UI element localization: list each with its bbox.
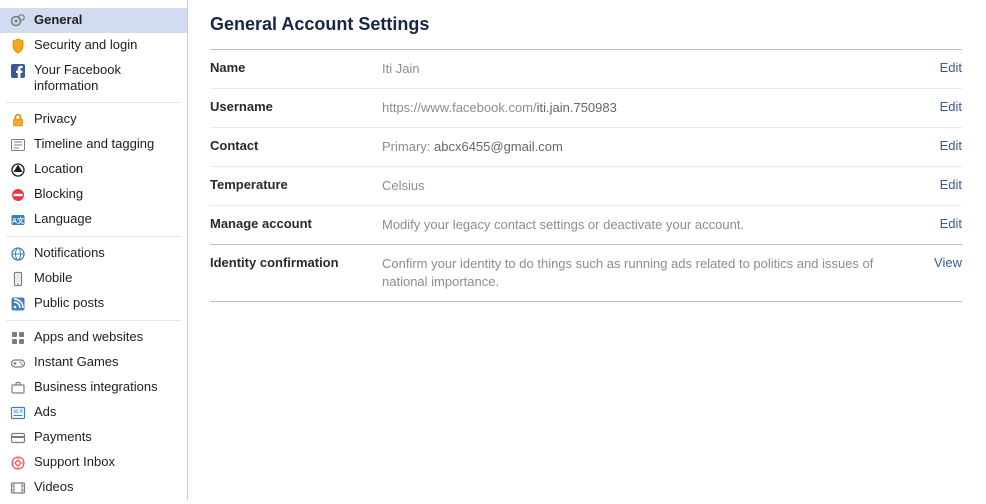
video-icon bbox=[10, 480, 26, 496]
sidebar-item-blocking[interactable]: Blocking bbox=[0, 182, 187, 207]
sidebar-group: Privacy Timeline and tagging Location Bl… bbox=[6, 103, 181, 237]
sidebar-item-label: Support Inbox bbox=[34, 454, 181, 470]
sidebar-item-location[interactable]: Location bbox=[0, 157, 187, 182]
settings-row-name: Name Iti Jain Edit bbox=[210, 50, 962, 89]
sidebar-item-support[interactable]: Support Inbox bbox=[0, 450, 187, 475]
row-value: Confirm your identity to do things such … bbox=[382, 255, 934, 291]
row-label: Contact bbox=[210, 138, 382, 153]
gamepad-icon bbox=[10, 355, 26, 371]
settings-row-username: Username https://www.facebook.com/iti.ja… bbox=[210, 89, 962, 128]
row-label: Temperature bbox=[210, 177, 382, 192]
settings-row-contact: Contact Primary: abcx6455@gmail.com Edit bbox=[210, 128, 962, 167]
gear-icon bbox=[10, 13, 26, 29]
sidebar-item-label: Your Facebook information bbox=[34, 62, 181, 94]
location-icon bbox=[10, 162, 26, 178]
row-label: Identity confirmation bbox=[210, 255, 382, 270]
sidebar-item-label: Payments bbox=[34, 429, 181, 445]
content: General Account Settings Name Iti Jain E… bbox=[188, 0, 986, 500]
sidebar-item-videos[interactable]: Videos bbox=[0, 475, 187, 500]
feed-icon bbox=[10, 296, 26, 312]
mobile-icon bbox=[10, 271, 26, 287]
language-icon: A文 bbox=[10, 212, 26, 228]
briefcase-icon bbox=[10, 380, 26, 396]
sidebar-group: Notifications Mobile Public posts bbox=[6, 237, 181, 321]
shield-icon bbox=[10, 38, 26, 54]
sidebar-item-label: Business integrations bbox=[34, 379, 181, 395]
edit-link[interactable]: Edit bbox=[940, 177, 962, 192]
edit-link[interactable]: Edit bbox=[940, 60, 962, 75]
sidebar-item-label: Blocking bbox=[34, 186, 181, 202]
sidebar-item-label: Public posts bbox=[34, 295, 181, 311]
sidebar-item-publicposts[interactable]: Public posts bbox=[0, 291, 187, 316]
facebook-icon bbox=[10, 63, 26, 79]
sidebar-group: Apps and websites Instant Games Business… bbox=[6, 321, 181, 504]
settings-row-identity: Identity confirmation Confirm your ident… bbox=[210, 244, 962, 302]
sidebar-item-timeline[interactable]: Timeline and tagging bbox=[0, 132, 187, 157]
row-value: https://www.facebook.com/iti.jain.750983 bbox=[382, 99, 940, 117]
settings-row-manage: Manage account Modify your legacy contac… bbox=[210, 206, 962, 245]
sidebar-item-apps[interactable]: Apps and websites bbox=[0, 325, 187, 350]
sidebar-item-label: Security and login bbox=[34, 37, 181, 53]
sidebar-item-mobile[interactable]: Mobile bbox=[0, 266, 187, 291]
sidebar-item-payments[interactable]: Payments bbox=[0, 425, 187, 450]
sidebar-item-label: Notifications bbox=[34, 245, 181, 261]
svg-text:A文: A文 bbox=[12, 216, 25, 225]
sidebar-item-fbinfo[interactable]: Your Facebook information bbox=[0, 58, 187, 98]
sidebar-item-ads[interactable]: Ads bbox=[0, 400, 187, 425]
row-value: Celsius bbox=[382, 177, 940, 195]
page-title: General Account Settings bbox=[210, 8, 962, 49]
row-value: Primary: abcx6455@gmail.com bbox=[382, 138, 940, 156]
globe-icon bbox=[10, 246, 26, 262]
sidebar-item-bizint[interactable]: Business integrations bbox=[0, 375, 187, 400]
edit-link[interactable]: Edit bbox=[940, 99, 962, 114]
row-label: Name bbox=[210, 60, 382, 75]
sidebar-item-label: Apps and websites bbox=[34, 329, 181, 345]
settings-row-temperature: Temperature Celsius Edit bbox=[210, 167, 962, 206]
sidebar-item-security[interactable]: Security and login bbox=[0, 33, 187, 58]
sidebar-item-label: Privacy bbox=[34, 111, 181, 127]
row-value: Modify your legacy contact settings or d… bbox=[382, 216, 940, 234]
edit-link[interactable]: Edit bbox=[940, 138, 962, 153]
sidebar-item-label: General bbox=[34, 12, 181, 28]
sidebar-item-general[interactable]: General bbox=[0, 8, 187, 33]
timeline-icon bbox=[10, 137, 26, 153]
row-label: Manage account bbox=[210, 216, 382, 231]
settings-table: Name Iti Jain Edit Username https://www.… bbox=[210, 49, 962, 302]
creditcard-icon bbox=[10, 430, 26, 446]
sidebar-item-notifications[interactable]: Notifications bbox=[0, 241, 187, 266]
sidebar-group: General Security and login Your Facebook… bbox=[6, 4, 181, 103]
edit-link[interactable]: Edit bbox=[940, 216, 962, 231]
sidebar-item-label: Ads bbox=[34, 404, 181, 420]
sidebar-item-label: Language bbox=[34, 211, 181, 227]
apps-icon bbox=[10, 330, 26, 346]
sidebar-item-label: Videos bbox=[34, 479, 181, 495]
sidebar-item-label: Instant Games bbox=[34, 354, 181, 370]
ads-icon bbox=[10, 405, 26, 421]
row-label: Username bbox=[210, 99, 382, 114]
lifebuoy-icon bbox=[10, 455, 26, 471]
sidebar: General Security and login Your Facebook… bbox=[0, 0, 188, 500]
lock-icon bbox=[10, 112, 26, 128]
row-value: Iti Jain bbox=[382, 60, 940, 78]
sidebar-item-label: Timeline and tagging bbox=[34, 136, 181, 152]
view-link[interactable]: View bbox=[934, 255, 962, 270]
sidebar-item-language[interactable]: A文 Language bbox=[0, 207, 187, 232]
sidebar-item-label: Mobile bbox=[34, 270, 181, 286]
blocking-icon bbox=[10, 187, 26, 203]
sidebar-item-privacy[interactable]: Privacy bbox=[0, 107, 187, 132]
sidebar-item-games[interactable]: Instant Games bbox=[0, 350, 187, 375]
sidebar-item-label: Location bbox=[34, 161, 181, 177]
